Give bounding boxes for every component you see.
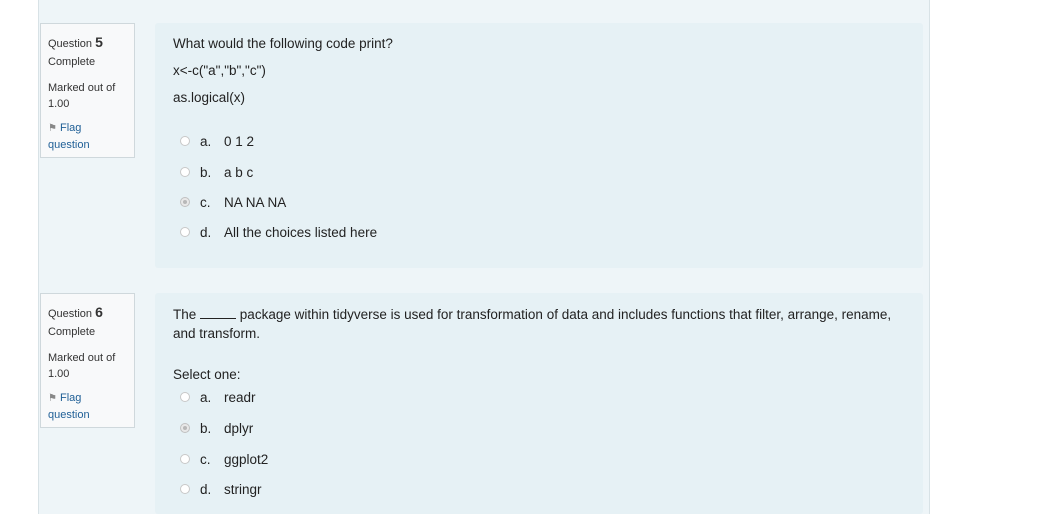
question-state: Complete (48, 56, 96, 68)
flag-icon: ⚑ (48, 393, 57, 404)
answer-option-b[interactable]: b. dplyr (180, 418, 253, 438)
option-label: stringr (224, 481, 262, 497)
option-label: ggplot2 (224, 451, 269, 467)
question-content-6: The package within tidyverse is used for… (155, 293, 923, 514)
option-label: dplyr (224, 420, 254, 436)
radio-button[interactable] (180, 227, 190, 237)
flag-question-link[interactable]: ⚑ Flag question (48, 120, 90, 153)
radio-button-selected[interactable] (180, 197, 190, 207)
select-one-label: Select one: (173, 367, 241, 382)
answer-option-d[interactable]: d. All the choices listed here (180, 222, 377, 242)
answer-option-a[interactable]: a. 0 1 2 (180, 131, 254, 151)
code-line: x<-c("a","b","c") (173, 63, 266, 78)
radio-button[interactable] (180, 136, 190, 146)
radio-button[interactable] (180, 392, 190, 402)
question-text: What would the following code print? (173, 36, 393, 51)
answer-option-c[interactable]: c. NA NA NA (180, 192, 286, 212)
option-label: readr (224, 389, 256, 405)
flag-icon: ⚑ (48, 123, 57, 134)
question-number: Question 5 (48, 34, 103, 50)
question-grade: Marked out of 1.00 (48, 352, 116, 380)
option-label: All the choices listed here (224, 224, 378, 240)
question-text-cont: and transform. (173, 326, 261, 341)
option-label: a b c (224, 164, 254, 180)
question-content-5: What would the following code print? x<-… (155, 23, 923, 268)
blank-line (200, 306, 237, 319)
answer-option-a[interactable]: a. readr (180, 387, 256, 407)
question-state: Complete (48, 326, 96, 338)
answer-option-c[interactable]: c. ggplot2 (180, 449, 268, 469)
answer-option-b[interactable]: b. a b c (180, 162, 253, 182)
flag-question-link[interactable]: ⚑ Flag question (48, 390, 90, 423)
radio-button-selected[interactable] (180, 423, 190, 433)
code-line: as.logical(x) (173, 90, 246, 105)
question-number: Question 6 (48, 304, 103, 320)
question-text: The package within tidyverse is used for… (173, 306, 892, 322)
question-info-5: Question 5 Complete Marked out of 1.00 ⚑ F… (40, 23, 135, 158)
radio-button[interactable] (180, 484, 190, 494)
option-label: NA NA NA (224, 194, 287, 210)
answer-option-d[interactable]: d. stringr (180, 479, 262, 499)
radio-button[interactable] (180, 167, 190, 177)
question-info-6: Question 6 Complete Marked out of 1.00 ⚑ F… (40, 293, 135, 428)
question-grade: Marked out of 1.00 (48, 82, 116, 110)
radio-button[interactable] (180, 454, 190, 464)
option-label: 0 1 2 (224, 133, 255, 149)
